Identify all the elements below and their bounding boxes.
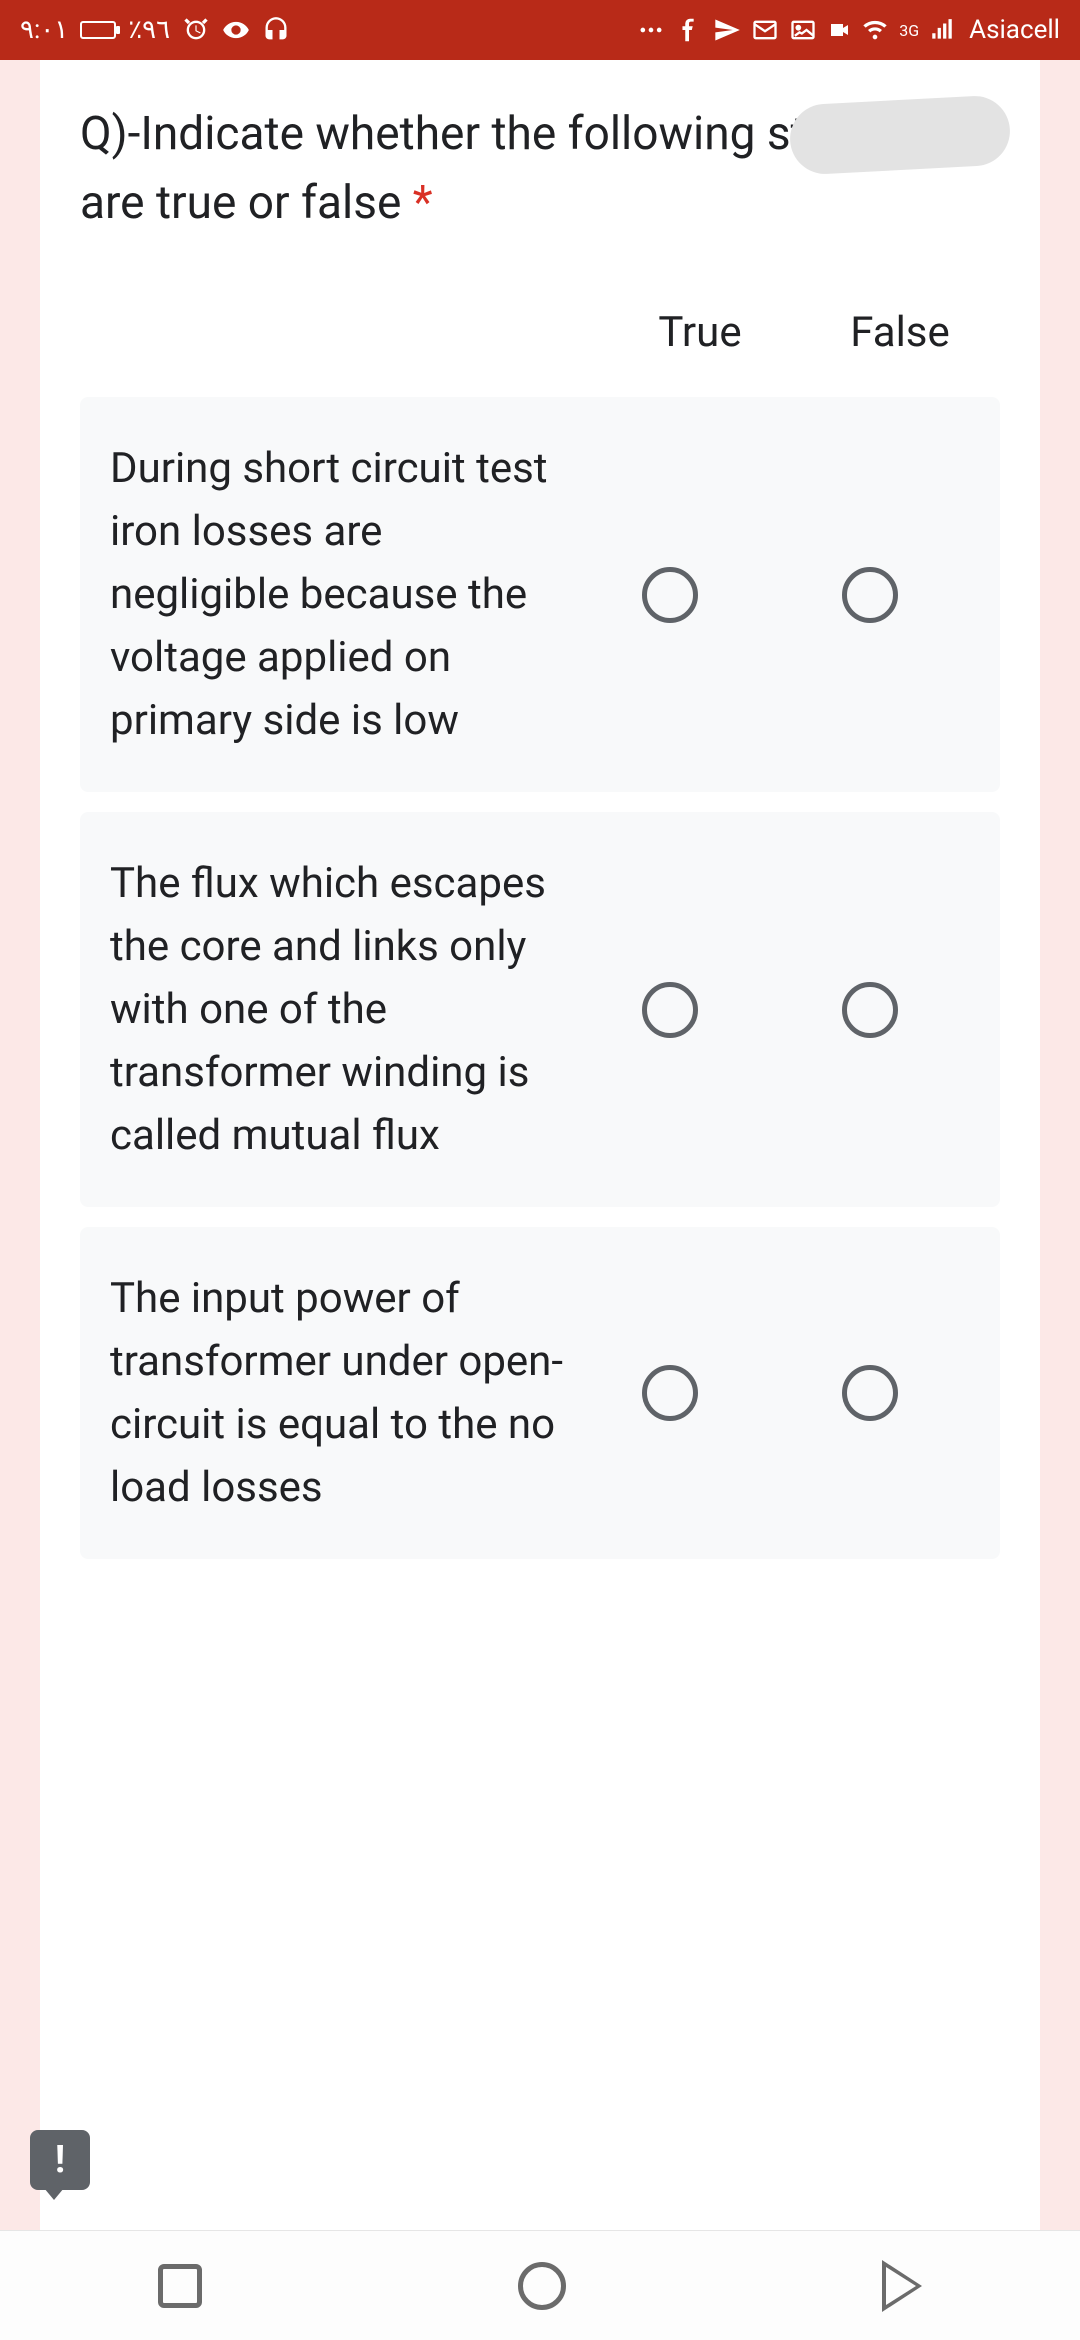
nav-back-button[interactable]	[882, 2260, 922, 2312]
question-title: Q)-Indicate whether the following statem…	[80, 100, 1000, 238]
column-header-true: True	[600, 308, 800, 357]
status-left: ٩:٠١ ٪٩٦	[20, 15, 290, 45]
status-time: ٩:٠١	[20, 15, 68, 45]
image-icon	[789, 16, 817, 44]
nav-home-button[interactable]	[518, 2262, 566, 2310]
row-statement: During short circuit test iron losses ar…	[110, 437, 570, 752]
carrier-label: Asiacell	[969, 15, 1060, 45]
facebook-icon	[675, 16, 703, 44]
android-nav-bar	[0, 2230, 1080, 2340]
column-header-false: False	[800, 308, 1000, 357]
table-row: The input power of transformer under ope…	[80, 1227, 1000, 1559]
radio-true-2[interactable]	[642, 1365, 698, 1421]
eye-icon	[222, 16, 250, 44]
row-statement: The input power of transformer under ope…	[110, 1267, 570, 1519]
headset-icon	[262, 16, 290, 44]
alarm-icon	[182, 16, 210, 44]
row-statement: The flux which escapes the core and link…	[110, 852, 570, 1167]
required-marker: *	[413, 176, 433, 230]
grid-header-row: True False	[80, 288, 1000, 397]
battery-icon	[80, 21, 116, 39]
table-row: During short circuit test iron losses ar…	[80, 397, 1000, 792]
radio-false-1[interactable]	[842, 982, 898, 1038]
send-icon	[713, 16, 741, 44]
status-bar: ٩:٠١ ٪٩٦	[0, 0, 1080, 60]
more-icon	[637, 16, 665, 44]
redaction-mark	[788, 94, 1011, 175]
mail-icon	[751, 16, 779, 44]
network-type: 3G	[899, 21, 919, 40]
nav-recent-button[interactable]	[158, 2264, 202, 2308]
radio-true-0[interactable]	[642, 567, 698, 623]
battery-percent: ٪٩٦	[128, 15, 170, 45]
radio-false-0[interactable]	[842, 567, 898, 623]
radio-false-2[interactable]	[842, 1365, 898, 1421]
report-problem-button[interactable]: !	[30, 2130, 90, 2190]
radio-true-1[interactable]	[642, 982, 698, 1038]
signal-icon	[929, 17, 955, 43]
table-row: The flux which escapes the core and link…	[80, 812, 1000, 1207]
form-card: Q)-Indicate whether the following statem…	[40, 60, 1040, 2240]
status-right: 3G Asiacell	[637, 15, 1060, 45]
wifi-icon	[861, 16, 889, 44]
video-icon	[827, 18, 851, 42]
exclamation-icon: !	[55, 2138, 65, 2182]
